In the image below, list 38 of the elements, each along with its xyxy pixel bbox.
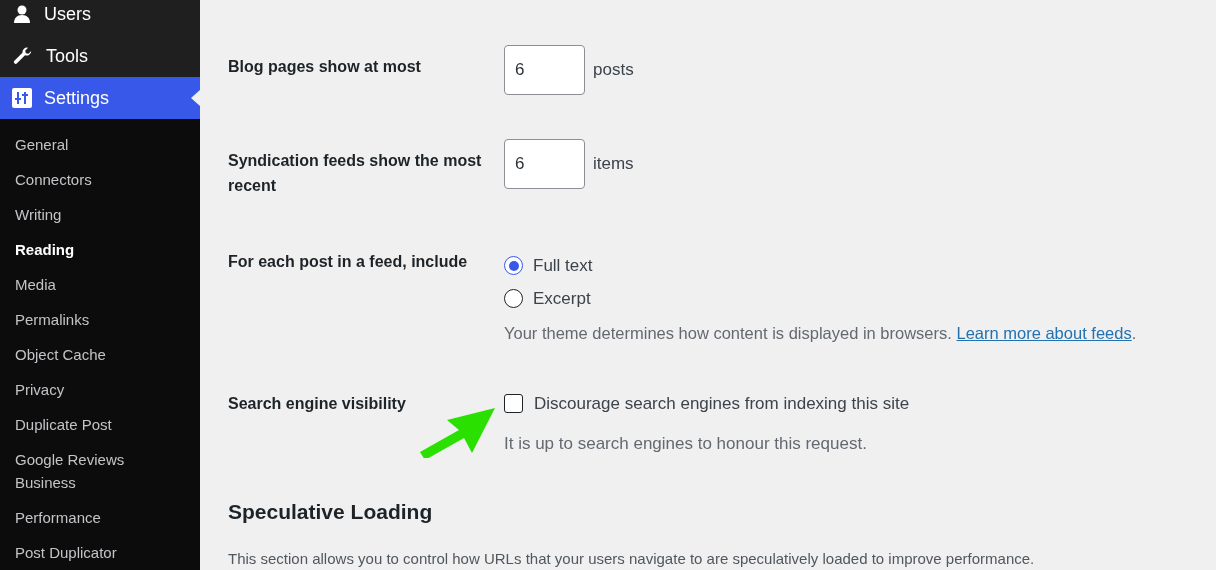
- setting-label: For each post in a feed, include: [228, 252, 469, 272]
- submenu-item[interactable]: Privacy: [0, 372, 200, 407]
- submenu-item[interactable]: Object Cache: [0, 337, 200, 372]
- submenu-item[interactable]: Media: [0, 267, 200, 302]
- submenu-item[interactable]: Writing: [0, 197, 200, 232]
- menu-item[interactable]: Tools: [0, 35, 200, 77]
- number-field[interactable]: 6: [504, 139, 585, 189]
- setting-label: Blog pages show at most: [228, 57, 422, 77]
- user-icon: [12, 4, 32, 24]
- checkbox-label: Discourage search engines from indexing this site: [534, 392, 910, 415]
- settings-icon: [12, 88, 32, 108]
- submenu-item[interactable]: Connectors: [0, 162, 200, 197]
- wrench-icon: [12, 45, 34, 67]
- submenu-item[interactable]: Post Duplicator: [0, 535, 200, 570]
- section-heading: Speculative Loading: [228, 499, 434, 526]
- submenu-item[interactable]: Google Reviews Business: [0, 442, 200, 500]
- menu-item[interactable]: Users: [0, 0, 200, 35]
- unit-label: items: [593, 153, 634, 176]
- active-pointer-icon: [191, 90, 200, 106]
- radio-button[interactable]: [504, 256, 523, 275]
- submenu-item[interactable]: Duplicate Post: [0, 407, 200, 442]
- note-text: It is up to search engines to honour this request.: [504, 432, 868, 455]
- radio-label: Excerpt: [533, 287, 591, 310]
- description-text: Your theme determines how content is displayed in browsers. Learn more about feeds.: [504, 323, 1137, 344]
- radio-button[interactable]: [504, 289, 523, 308]
- submenu-item[interactable]: Performance: [0, 500, 200, 535]
- submenu-item[interactable]: General: [0, 127, 200, 162]
- section-description: This section allows you to control how URLs that your users navigate to are speculatively loaded to improve performance.: [228, 548, 1036, 569]
- radio-label: Full text: [533, 254, 593, 277]
- learn-more-link[interactable]: Learn more about feeds: [956, 324, 1132, 342]
- unit-label: posts: [593, 59, 634, 82]
- number-field[interactable]: 6: [504, 45, 585, 95]
- checkbox[interactable]: [504, 393, 523, 413]
- submenu-item[interactable]: Reading: [0, 232, 200, 267]
- setting-label: Syndication feeds show the most recent: [228, 151, 483, 196]
- setting-label: Search engine visibility: [228, 393, 407, 414]
- submenu-item[interactable]: Permalinks: [0, 302, 200, 337]
- menu-item[interactable]: Settings: [0, 77, 200, 119]
